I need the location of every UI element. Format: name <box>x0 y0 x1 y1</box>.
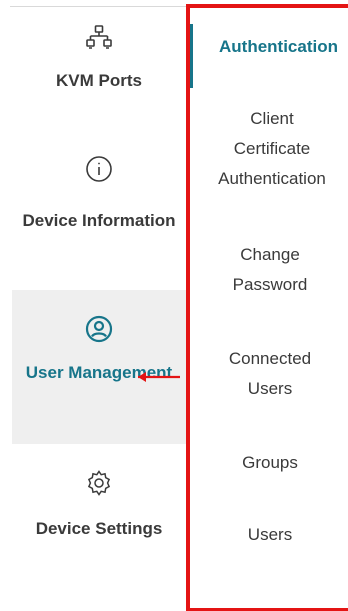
nav-item-device-information[interactable]: Device Information <box>12 154 186 274</box>
left-arrow-icon <box>138 372 180 382</box>
submenu-label-groups: Groups <box>242 453 298 472</box>
submenu-item-client-certificate-authentication[interactable]: Client Certificate Authentication <box>190 104 348 204</box>
nav-item-user-management[interactable]: User Management <box>12 290 186 444</box>
submenu-item-authentication[interactable]: Authentication <box>190 24 348 88</box>
submenu-item-change-password[interactable]: Change Password <box>190 240 348 302</box>
submenu-label-change-password: Change Password <box>232 245 308 294</box>
submenu-label-authentication: Authentication <box>219 37 338 56</box>
left-navigation: KVM Ports Device Information User Manage… <box>0 0 186 611</box>
nav-divider <box>10 6 186 7</box>
info-circle-icon <box>86 156 112 182</box>
user-management-submenu: Authentication Client Certificate Authen… <box>186 4 348 611</box>
gear-icon <box>87 470 111 496</box>
submenu-item-connected-users[interactable]: Connected Users <box>190 344 348 406</box>
submenu-label-users: Users <box>247 525 293 544</box>
submenu-item-groups[interactable]: Groups <box>190 448 348 480</box>
app-root: KVM Ports Device Information User Manage… <box>0 0 348 611</box>
nav-item-kvm-ports[interactable]: KVM Ports <box>12 22 186 118</box>
nav-item-device-settings[interactable]: Device Settings <box>12 468 186 588</box>
network-ports-icon <box>86 25 112 49</box>
user-circle-icon <box>85 315 113 343</box>
submenu-item-users[interactable]: Users <box>190 520 348 552</box>
submenu-label-client-certificate-authentication: Client Certificate Authentication <box>218 109 326 188</box>
submenu-label-connected-users: Connected Users <box>228 349 312 398</box>
nav-label-kvm-ports: KVM Ports <box>56 71 142 90</box>
nav-label-device-settings: Device Settings <box>35 519 163 538</box>
nav-label-device-information: Device Information <box>22 211 176 230</box>
